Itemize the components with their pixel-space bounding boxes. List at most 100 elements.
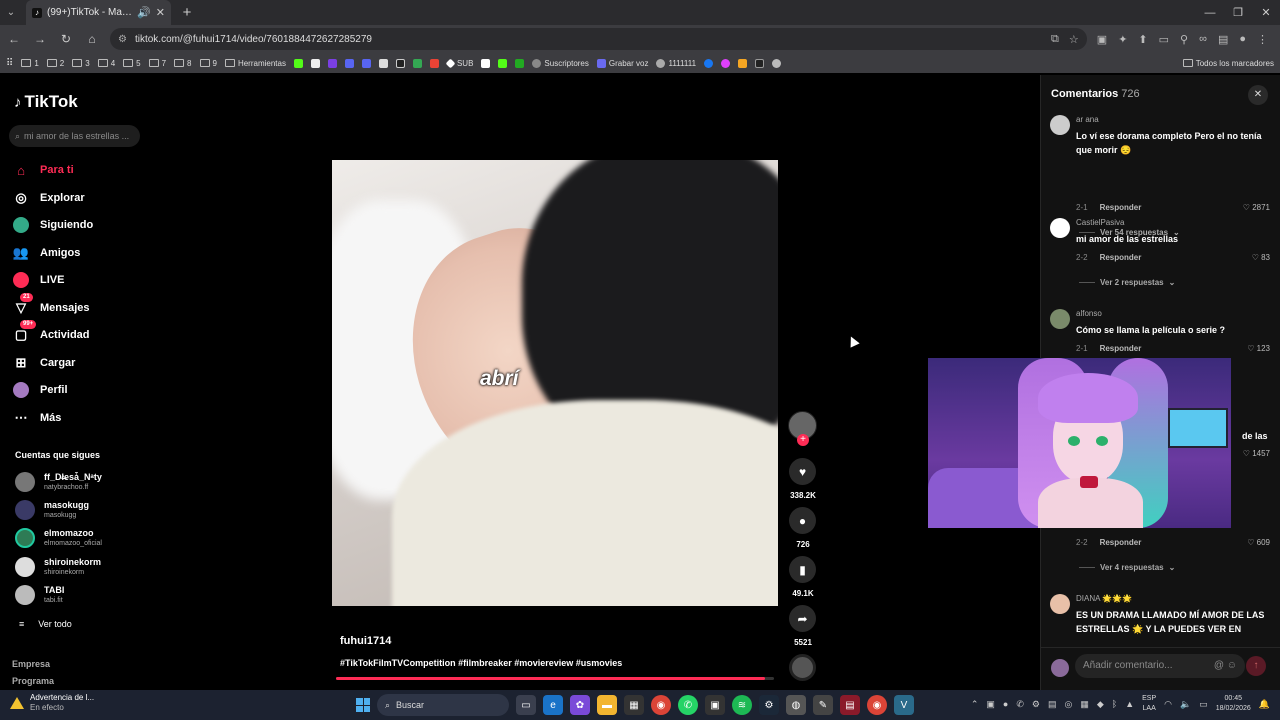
nav-cargar[interactable]: ⊞ Cargar [12,354,76,372]
battery-icon[interactable]: ▭ [1199,699,1208,710]
close-window-icon[interactable]: ✕ [1252,0,1280,25]
send-comment-button[interactable]: ↑ [1246,656,1266,676]
tab-search-button[interactable]: ⌄ [0,2,22,24]
bookmark-1111111[interactable]: 1111111 [656,58,696,68]
comment-user[interactable]: ar ana [1076,115,1099,124]
reply-button[interactable]: Responder [1100,203,1142,212]
comment-like[interactable]: ♡ 1457 [1243,449,1270,458]
extension-3-icon[interactable]: ▭ [1159,33,1169,46]
extension-4-icon[interactable]: ⚲ [1180,33,1188,46]
video-progress-bar[interactable] [336,677,774,680]
close-comments-button[interactable]: ✕ [1248,85,1268,105]
site-info-icon[interactable]: ⚙ [118,34,127,45]
bluetooth-icon[interactable]: ᛒ [1112,699,1117,709]
bookmark-h[interactable] [498,58,508,68]
extension-1-icon[interactable]: ▣ [1097,33,1107,46]
browser-tab-tiktok[interactable]: ♪ (99+)TikTok - Make Your Day 🔊 ✕ [26,0,171,25]
mention-icon[interactable]: @ [1214,660,1224,671]
bookmark-folder-9[interactable]: 9 [199,59,217,68]
reply-button[interactable]: Responder [1100,538,1142,547]
extension-2-icon[interactable]: ⬆ [1138,33,1147,46]
reload-icon[interactable]: ↻ [58,32,74,46]
nav-amigos[interactable]: 👥 Amigos [12,244,80,262]
avatar[interactable] [1050,115,1070,135]
view-replies-button[interactable]: Ver 2 respuestas ⌄ [1079,278,1175,287]
bookmark-folder-5[interactable]: 5 [123,59,141,68]
comment-button[interactable]: ● [789,507,816,534]
bookmark-b5[interactable] [361,58,371,68]
minimize-icon[interactable]: — [1196,0,1224,25]
file-explorer-icon[interactable]: ▬ [597,695,617,715]
bookmark-folder-1[interactable]: 1 [21,59,39,68]
chrome-icon[interactable]: ◉ [651,695,671,715]
nav-live[interactable]: LIVE [12,271,64,289]
comment-like[interactable]: ♡ 2871 [1243,203,1270,212]
nav-perfil[interactable]: Perfil [12,381,68,399]
tray-icon[interactable]: ◎ [1065,699,1073,710]
avatar[interactable] [1050,309,1070,329]
vtube-studio-icon[interactable]: V [894,695,914,715]
tray-icon[interactable]: ▦ [1080,699,1089,710]
app-icon[interactable]: ▤ [840,695,860,715]
bookmark-b16[interactable] [755,58,765,68]
video-hashtags[interactable]: #TikTokFilmTVCompetition #filmbreaker #m… [340,658,622,668]
tray-icon[interactable]: ▤ [1048,699,1057,710]
emoji-icon[interactable]: ☺ [1227,660,1237,671]
bookmark-facebook[interactable] [704,58,714,68]
obs-icon[interactable]: ◍ [786,695,806,715]
bookmark-folder-7[interactable]: 7 [148,59,166,68]
spotify-tray-icon[interactable]: ● [1003,699,1008,709]
mute-tab-icon[interactable]: 🔊 [137,6,151,19]
comment-like[interactable]: ♡ 83 [1252,253,1270,262]
back-icon[interactable]: ← [6,32,22,46]
sidepanel-icon[interactable]: ▤ [1218,33,1228,46]
store-icon[interactable]: ▦ [624,695,644,715]
reply-button[interactable]: Responder [1100,253,1142,262]
tiktok-logo[interactable]: ♪ TikTok [14,92,78,112]
bookmark-b4[interactable] [344,58,354,68]
profile-browser-icon[interactable]: ● [1239,33,1246,46]
comment-user[interactable]: CastielPasiva [1076,218,1124,227]
bookmark-b6[interactable] [378,58,388,68]
apps-grid-icon[interactable]: ⠿ [6,58,13,69]
reply-button[interactable]: Responder [1100,344,1142,353]
extensions-puzzle-icon[interactable]: ✦ [1118,33,1127,46]
comment-user[interactable]: DIANA 🌟🌟🌟 [1076,594,1132,603]
bookmark-b9[interactable] [429,58,439,68]
chrome-profile-icon[interactable]: ◉ [867,695,887,715]
maximize-icon[interactable]: ❐ [1224,0,1252,25]
edge-icon[interactable]: e [543,695,563,715]
nav-para-ti[interactable]: ⌂ Para ti [12,161,74,179]
steam-tray-icon[interactable]: ⚙ [1032,699,1040,710]
like-button[interactable]: ♥ [789,458,816,485]
view-replies-button[interactable]: Ver 4 respuestas ⌄ [1079,563,1175,572]
language-indicator[interactable]: ESP LAA [1142,694,1156,714]
bookmark-folder-8[interactable]: 8 [174,59,192,68]
bookmark-b8[interactable] [412,58,422,68]
footer-link-empresa[interactable]: Empresa [12,659,50,669]
wifi-icon[interactable]: ◠ [1164,699,1172,710]
footer-link-programa[interactable]: Programa [12,676,54,686]
avatar[interactable] [1050,594,1070,614]
weather-warning-widget[interactable]: Advertencia de l... En efecto [10,693,94,713]
tray-icon[interactable]: ◆ [1097,699,1104,710]
video-author[interactable]: fuhui1714 [340,635,391,647]
bookmark-folder-3[interactable]: 3 [72,59,90,68]
bookmark-suscriptores[interactable]: Suscriptores [532,58,589,68]
avatar[interactable] [1050,218,1070,238]
url-field[interactable]: ⚙ tiktok.com/@fuhui1714/video/7601884472… [110,28,1087,50]
nav-explorar[interactable]: ◎ Explorar [12,189,84,207]
windows-start-icon[interactable] [356,698,370,712]
task-view-icon[interactable]: ▭ [516,695,536,715]
bookmark-grid[interactable] [481,58,491,68]
nvidia-icon[interactable]: ▲ [1125,699,1134,709]
bookmark-folder-4[interactable]: 4 [97,59,115,68]
comment-user[interactable]: alfonso [1076,309,1102,318]
following-account[interactable]: ff_Dł̶esǡ_Nᵃty natybrachoo.ff [15,472,102,492]
whatsapp-tray-icon[interactable]: ✆ [1016,699,1024,710]
volume-icon[interactable]: 🔈 [1180,699,1191,710]
share-button[interactable]: ➦ [789,605,816,632]
bookmark-b14[interactable] [721,58,731,68]
spotify-icon[interactable]: ≋ [732,695,752,715]
home-browser-icon[interactable]: ⌂ [84,32,100,46]
